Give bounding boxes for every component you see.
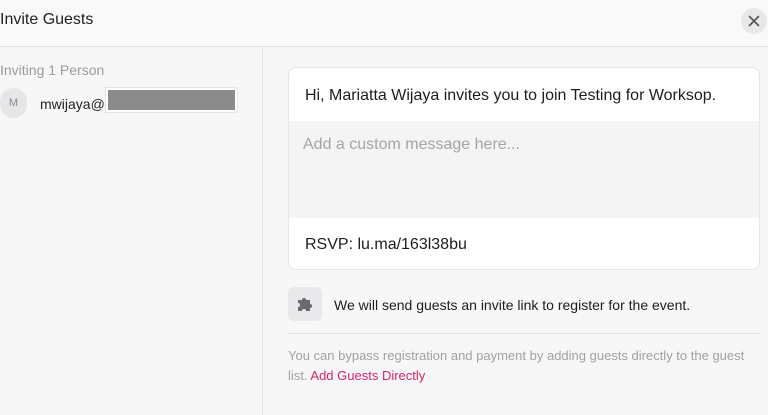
custom-message-area xyxy=(289,121,759,218)
avatar: M xyxy=(0,88,27,118)
close-button[interactable] xyxy=(741,8,767,34)
puzzle-icon-box xyxy=(288,287,322,321)
dialog-title: Invite Guests xyxy=(0,11,94,28)
invite-preview-card: Hi, Mariatta Wijaya invites you to join … xyxy=(288,67,760,270)
invite-info-row: We will send guests an invite link to re… xyxy=(288,287,760,322)
redacted-email-domain xyxy=(106,88,237,112)
puzzle-icon xyxy=(298,298,312,311)
guest-email: mwijaya@ xyxy=(40,96,105,112)
dialog-header: Invite Guests xyxy=(0,0,768,47)
add-guests-directly-link[interactable]: Add Guests Directly xyxy=(310,368,425,383)
divider xyxy=(288,333,760,334)
close-icon xyxy=(748,15,760,27)
custom-message-input[interactable] xyxy=(289,121,759,218)
bypass-notice: You can bypass registration and payment … xyxy=(288,346,760,386)
invite-info-text: We will send guests an invite link to re… xyxy=(334,297,691,313)
guest-list-item: M mwijaya@ xyxy=(0,88,263,120)
invite-greeting: Hi, Mariatta Wijaya invites you to join … xyxy=(305,87,717,104)
guest-sidebar: Inviting 1 Person M mwijaya@ xyxy=(0,47,263,415)
rsvp-link-text: RSVP: lu.ma/163l38bu xyxy=(305,236,467,253)
inviting-count-label: Inviting 1 Person xyxy=(0,62,105,78)
